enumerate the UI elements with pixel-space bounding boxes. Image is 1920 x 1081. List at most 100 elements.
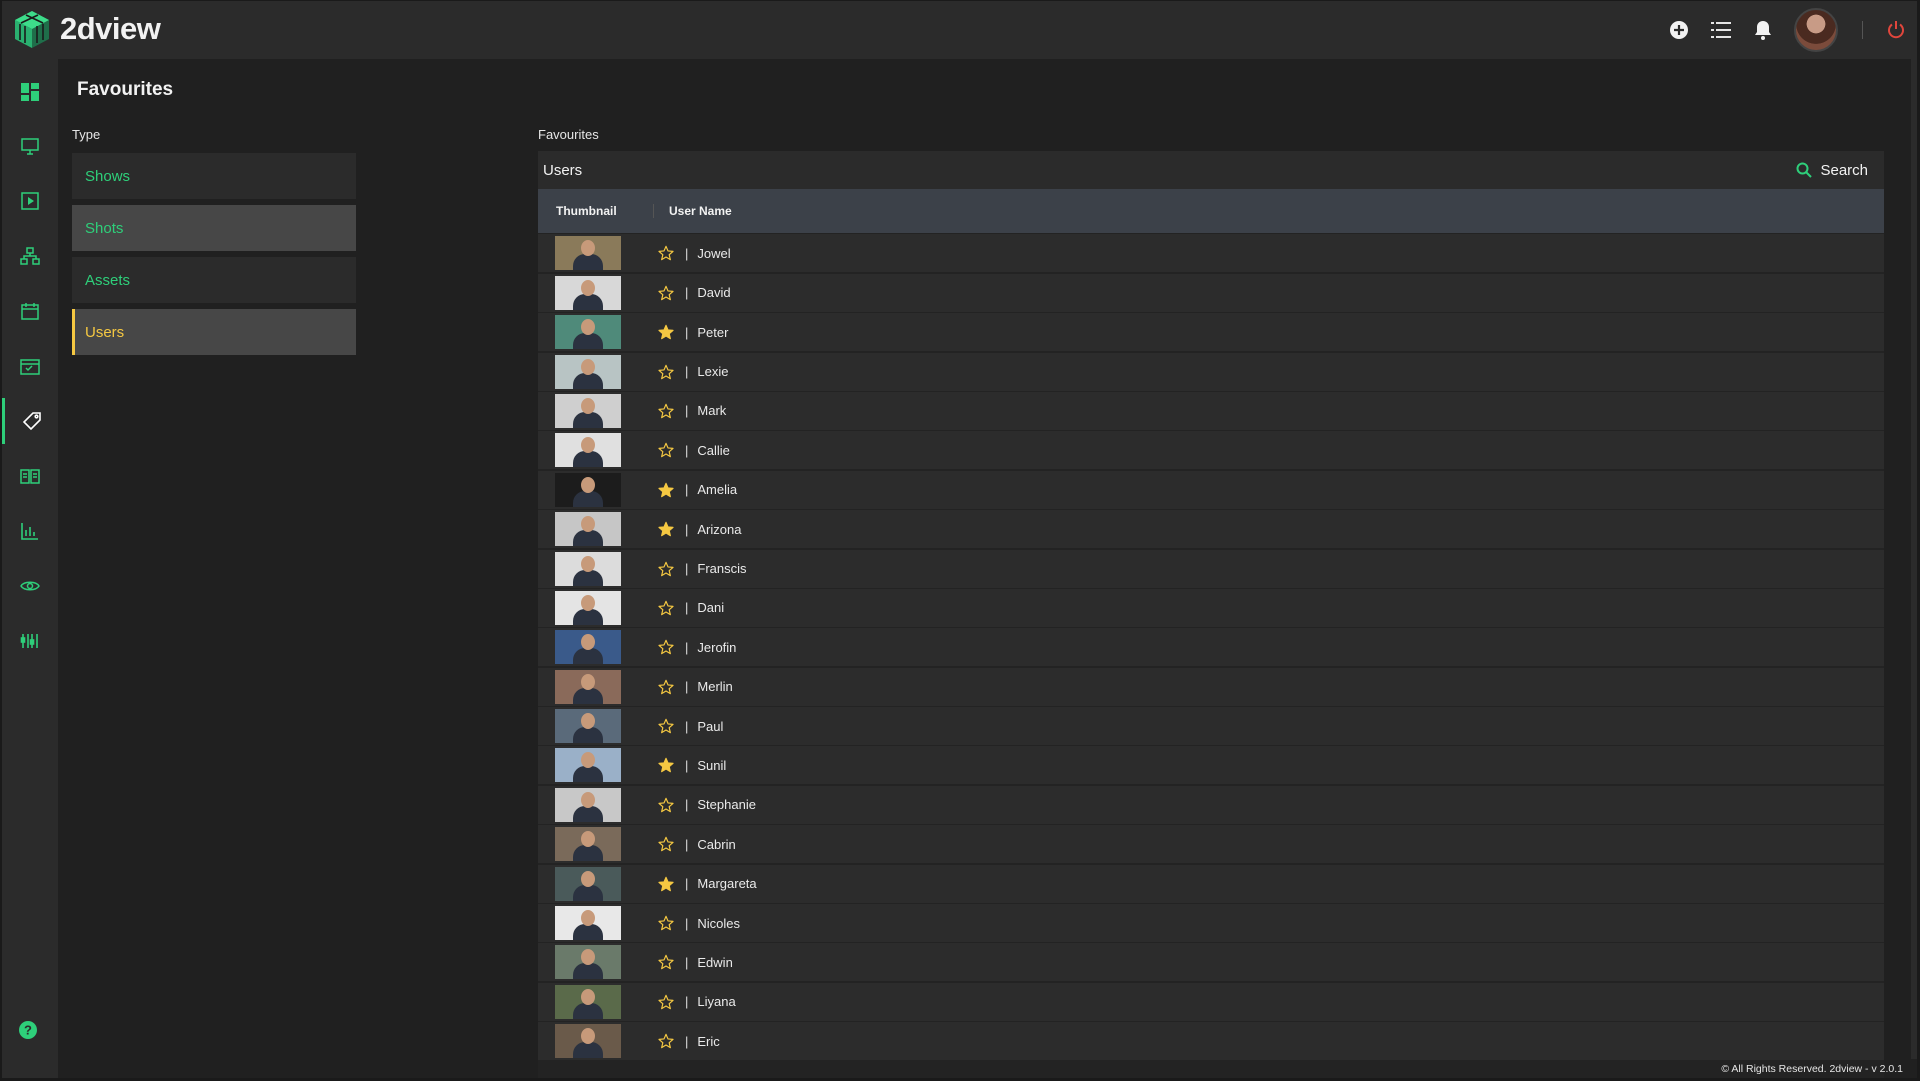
star-outline-icon[interactable] [658, 442, 674, 458]
user-thumbnail[interactable] [555, 709, 621, 744]
nav-book[interactable] [2, 453, 58, 499]
table-row[interactable]: | Arizona [538, 510, 1884, 549]
user-thumbnail[interactable] [555, 866, 621, 901]
nav-hierarchy[interactable] [2, 233, 58, 279]
user-name[interactable]: Callie [697, 443, 730, 458]
user-name[interactable]: Margareta [697, 876, 756, 891]
nav-dashboard[interactable] [2, 69, 58, 115]
user-thumbnail[interactable] [555, 787, 621, 822]
user-name[interactable]: Liyana [697, 994, 735, 1009]
star-outline-icon[interactable] [658, 797, 674, 813]
star-outline-icon[interactable] [658, 639, 674, 655]
table-row[interactable]: | Cabrin [538, 825, 1884, 864]
star-outline-icon[interactable] [658, 364, 674, 380]
table-row[interactable]: | Jowel [538, 234, 1884, 273]
logo[interactable]: 2dview [12, 9, 161, 49]
type-item-shows[interactable]: Shows [72, 153, 356, 199]
user-thumbnail[interactable] [555, 590, 621, 625]
bell-icon[interactable] [1752, 19, 1774, 41]
table-row[interactable]: | Nicoles [538, 904, 1884, 943]
user-thumbnail[interactable] [555, 393, 621, 428]
list-icon[interactable] [1710, 19, 1732, 41]
user-name[interactable]: Jowel [697, 246, 730, 261]
user-thumbnail[interactable] [555, 827, 621, 862]
star-filled-icon[interactable] [658, 521, 674, 537]
column-header-thumbnail[interactable]: Thumbnail [538, 204, 654, 218]
star-outline-icon[interactable] [658, 994, 674, 1010]
table-row[interactable]: | Margareta [538, 864, 1884, 903]
user-thumbnail[interactable] [555, 984, 621, 1019]
search-button[interactable]: Search [1796, 162, 1868, 179]
user-thumbnail[interactable] [555, 945, 621, 980]
column-header-user-name[interactable]: User Name [654, 204, 732, 218]
star-filled-icon[interactable] [658, 757, 674, 773]
star-outline-icon[interactable] [658, 245, 674, 261]
user-name[interactable]: Paul [697, 719, 723, 734]
table-row[interactable]: | Callie [538, 431, 1884, 470]
table-row[interactable]: | Franscis [538, 549, 1884, 588]
user-name[interactable]: Mark [697, 403, 726, 418]
star-filled-icon[interactable] [658, 324, 674, 340]
table-row[interactable]: | Sunil [538, 746, 1884, 785]
table-row[interactable]: | David [538, 273, 1884, 312]
user-thumbnail[interactable] [555, 512, 621, 547]
user-thumbnail[interactable] [555, 236, 621, 271]
type-item-users[interactable]: Users [72, 309, 356, 355]
user-name[interactable]: Peter [697, 325, 728, 340]
user-name[interactable]: Stephanie [697, 797, 756, 812]
table-row[interactable]: | Amelia [538, 470, 1884, 509]
table-row[interactable]: | Peter [538, 313, 1884, 352]
star-outline-icon[interactable] [658, 1033, 674, 1049]
avatar[interactable] [1794, 8, 1838, 52]
star-outline-icon[interactable] [658, 285, 674, 301]
user-thumbnail[interactable] [555, 748, 621, 783]
table-row[interactable]: | Mark [538, 391, 1884, 430]
type-item-assets[interactable]: Assets [72, 257, 356, 303]
nav-monitor[interactable] [2, 123, 58, 169]
type-item-shots[interactable]: Shots [72, 205, 356, 251]
nav-play[interactable] [2, 178, 58, 224]
star-outline-icon[interactable] [658, 561, 674, 577]
star-outline-icon[interactable] [658, 679, 674, 695]
table-row[interactable]: | Jerofin [538, 628, 1884, 667]
table-row[interactable]: | Liyana [538, 982, 1884, 1021]
user-name[interactable]: Edwin [697, 955, 732, 970]
star-outline-icon[interactable] [658, 403, 674, 419]
user-name[interactable]: Arizona [697, 522, 741, 537]
user-name[interactable]: Dani [697, 600, 724, 615]
user-name[interactable]: Amelia [697, 482, 737, 497]
table-row[interactable]: | Merlin [538, 667, 1884, 706]
user-thumbnail[interactable] [555, 315, 621, 350]
user-thumbnail[interactable] [555, 630, 621, 665]
power-icon[interactable] [1885, 19, 1907, 41]
user-name[interactable]: Lexie [697, 364, 728, 379]
table-row[interactable]: | Stephanie [538, 785, 1884, 824]
user-name[interactable]: Sunil [697, 758, 726, 773]
user-name[interactable]: Merlin [697, 679, 732, 694]
table-row[interactable]: | Eric [538, 1022, 1884, 1061]
add-circle-icon[interactable] [1668, 19, 1690, 41]
user-thumbnail[interactable] [555, 433, 621, 468]
page-scrollbar[interactable] [1911, 59, 1917, 1059]
user-name[interactable]: David [697, 285, 730, 300]
user-thumbnail[interactable] [555, 472, 621, 507]
table-row[interactable]: | Dani [538, 588, 1884, 627]
help-icon[interactable]: ? [18, 1020, 38, 1040]
user-thumbnail[interactable] [555, 354, 621, 389]
table-row[interactable]: | Lexie [538, 352, 1884, 391]
nav-calendar[interactable] [2, 288, 58, 334]
user-name[interactable]: Eric [697, 1034, 719, 1049]
user-thumbnail[interactable] [555, 906, 621, 941]
star-outline-icon[interactable] [658, 915, 674, 931]
nav-reports[interactable] [2, 508, 58, 554]
star-outline-icon[interactable] [658, 836, 674, 852]
user-thumbnail[interactable] [555, 669, 621, 704]
user-name[interactable]: Nicoles [697, 916, 740, 931]
nav-favourites[interactable] [2, 398, 58, 444]
user-thumbnail[interactable] [555, 551, 621, 586]
star-outline-icon[interactable] [658, 718, 674, 734]
table-row[interactable]: | Paul [538, 707, 1884, 746]
user-name[interactable]: Cabrin [697, 837, 735, 852]
nav-calendar-check[interactable] [2, 343, 58, 389]
user-thumbnail[interactable] [555, 1024, 621, 1059]
